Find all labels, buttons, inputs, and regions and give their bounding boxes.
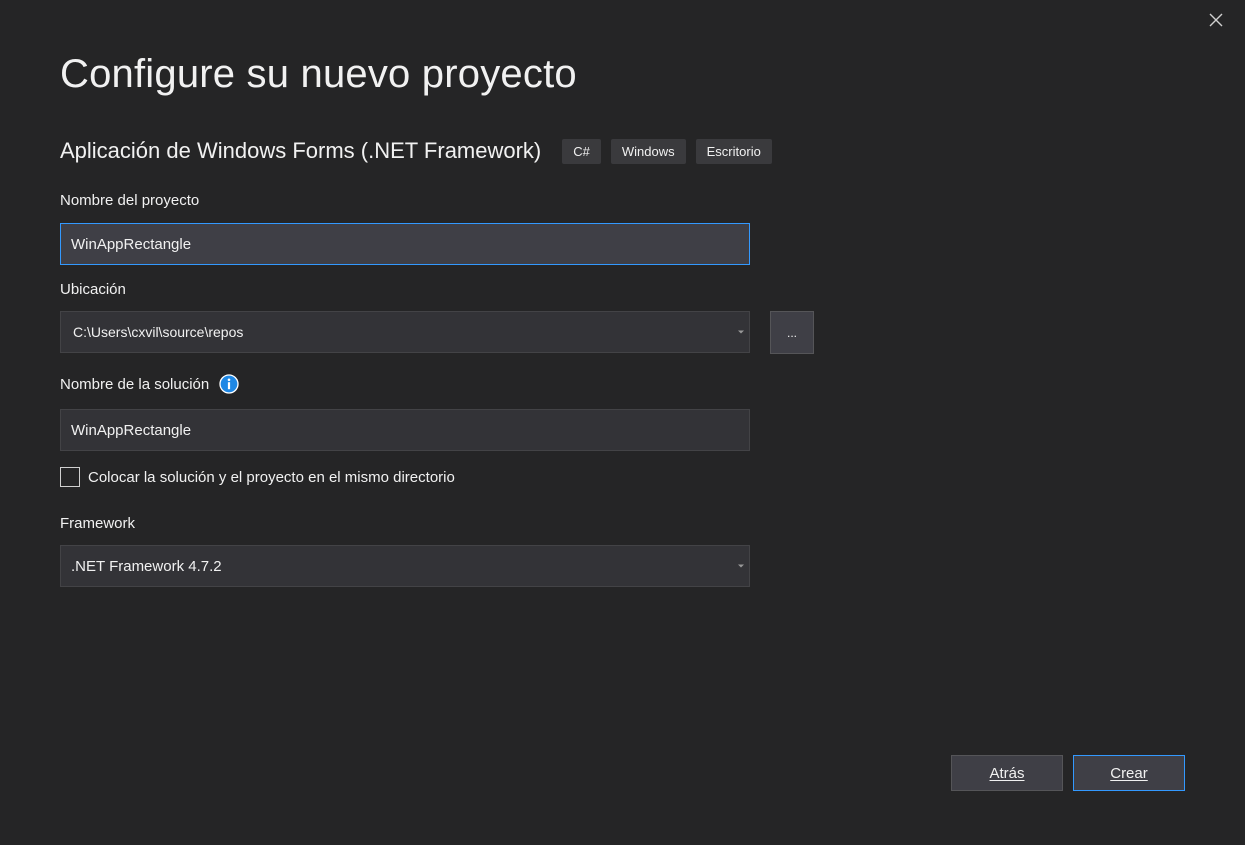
solution-name-label: Nombre de la solución [60, 376, 210, 393]
project-name-label: Nombre del proyecto [60, 192, 200, 209]
location-label: Ubicación [60, 281, 126, 298]
solution-name-input[interactable]: WinAppRectangle [60, 409, 750, 451]
close-icon [1209, 13, 1223, 27]
chevron-down-icon[interactable] [738, 330, 744, 334]
create-button[interactable]: Crear [1073, 755, 1185, 791]
location-value: C:\Users\cxvil\source\repos [73, 324, 244, 340]
project-name-input[interactable]: WinAppRectangle [60, 223, 750, 265]
close-button[interactable] [1204, 8, 1228, 32]
solution-name-value: WinAppRectangle [71, 421, 192, 439]
chevron-down-icon[interactable] [738, 564, 744, 568]
page-title: Configure su nuevo proyecto [60, 52, 577, 96]
browse-button[interactable]: ... [770, 311, 814, 354]
tag-project-type: Escritorio [695, 138, 772, 164]
location-combobox[interactable]: C:\Users\cxvil\source\repos [60, 311, 750, 353]
browse-label: ... [786, 325, 797, 340]
create-button-label: Crear [1110, 764, 1148, 782]
solution-name-label-row: Nombre de la solución [60, 373, 240, 394]
framework-value: .NET Framework 4.7.2 [71, 557, 222, 575]
framework-label: Framework [60, 515, 136, 532]
same-directory-checkbox[interactable] [60, 467, 80, 487]
back-button-label: Atrás [989, 764, 1025, 782]
template-name: Aplicación de Windows Forms (.NET Framew… [60, 138, 542, 163]
framework-select[interactable]: .NET Framework 4.7.2 [60, 545, 750, 587]
project-name-value: WinAppRectangle [71, 235, 192, 253]
tag-platform: Windows [610, 138, 686, 164]
back-button[interactable]: Atrás [951, 755, 1063, 791]
tag-language: C# [562, 138, 601, 164]
template-info: Aplicación de Windows Forms (.NET Framew… [60, 137, 782, 165]
info-icon[interactable] [219, 373, 240, 394]
same-directory-label[interactable]: Colocar la solución y el proyecto en el … [88, 469, 455, 486]
